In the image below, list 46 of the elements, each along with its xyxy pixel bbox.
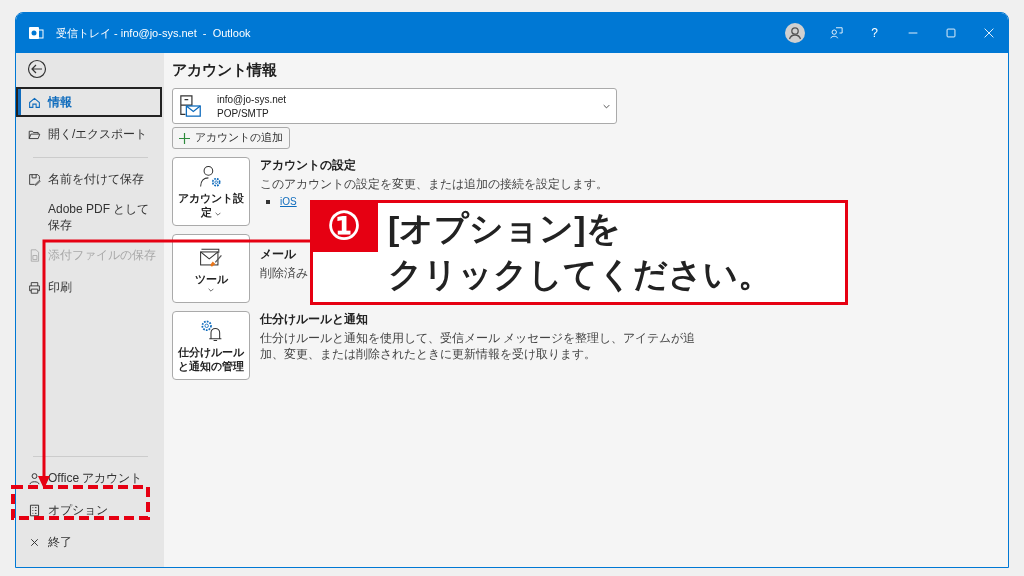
section-description: このアカウントの設定を変更、または追加の接続を設定します。 [260,176,608,193]
mailbox-icon [179,94,203,118]
section-title: アカウントの設定 [260,157,357,174]
step-number: ① [310,200,378,252]
caret-icon [208,288,214,293]
sidebar-item[interactable]: 終了 [16,527,162,557]
person-icon [28,471,41,485]
maximize-icon[interactable] [944,26,958,40]
options-icon [28,503,41,517]
instruction-text: クリックしてください。 [388,254,772,295]
section-button[interactable]: アカウント設定 [172,157,250,226]
attachment-icon [28,248,41,262]
chevron-down-icon [603,103,610,109]
add-account-button[interactable]: アカウントの追加 [172,127,290,149]
close-icon[interactable] [982,26,996,40]
sidebar-item[interactable]: 印刷 [16,272,162,303]
account-dropdown[interactable]: info@jo-sys.net POP/SMTP [172,88,617,124]
feedback-icon[interactable] [829,26,844,40]
section-description: 削除済み [260,265,308,282]
back-icon[interactable] [27,59,47,79]
account-email: info@jo-sys.net [217,93,287,105]
sidebar-item[interactable]: 情報 [16,87,162,117]
home-icon [28,95,41,109]
printer-icon [28,280,41,294]
save-as-icon [28,172,41,186]
avatar-icon[interactable] [785,23,806,43]
section-button[interactable]: ツール [172,234,250,303]
instruction-text: [オプション]を [388,208,622,249]
window-title: 受信トレイ - info@jo-sys.net - Outlook [56,25,251,41]
help-button[interactable]: ? [867,26,882,40]
sidebar-item[interactable]: 開く/エクスポート [16,119,162,149]
sidebar-item[interactable]: Office アカウント [16,463,162,493]
account-type: POP/SMTP [217,107,270,119]
section-description: 仕分けルールと通知を使用して、受信メール メッセージを整理し、アイテムが追加、変更、または削除されたときに更新情報を受け取ります。 [260,330,697,363]
sidebar-item[interactable]: Adobe PDF として保存 [16,196,162,239]
plus-icon [179,132,190,144]
page-heading: アカウント情報 [172,61,278,80]
caret-icon [215,211,221,216]
sidebar-item[interactable]: オプション [16,495,162,525]
section-title: 仕分けルールと通知 [260,311,369,328]
sidebar-item[interactable]: 名前を付けて保存 [16,164,162,194]
bullet-icon [266,199,270,204]
section-button[interactable]: 仕分けルールと通知の管理 [172,311,250,380]
app-logo-icon [28,25,44,41]
app-link[interactable]: iOS [280,196,297,208]
section-title: メール [260,246,297,263]
